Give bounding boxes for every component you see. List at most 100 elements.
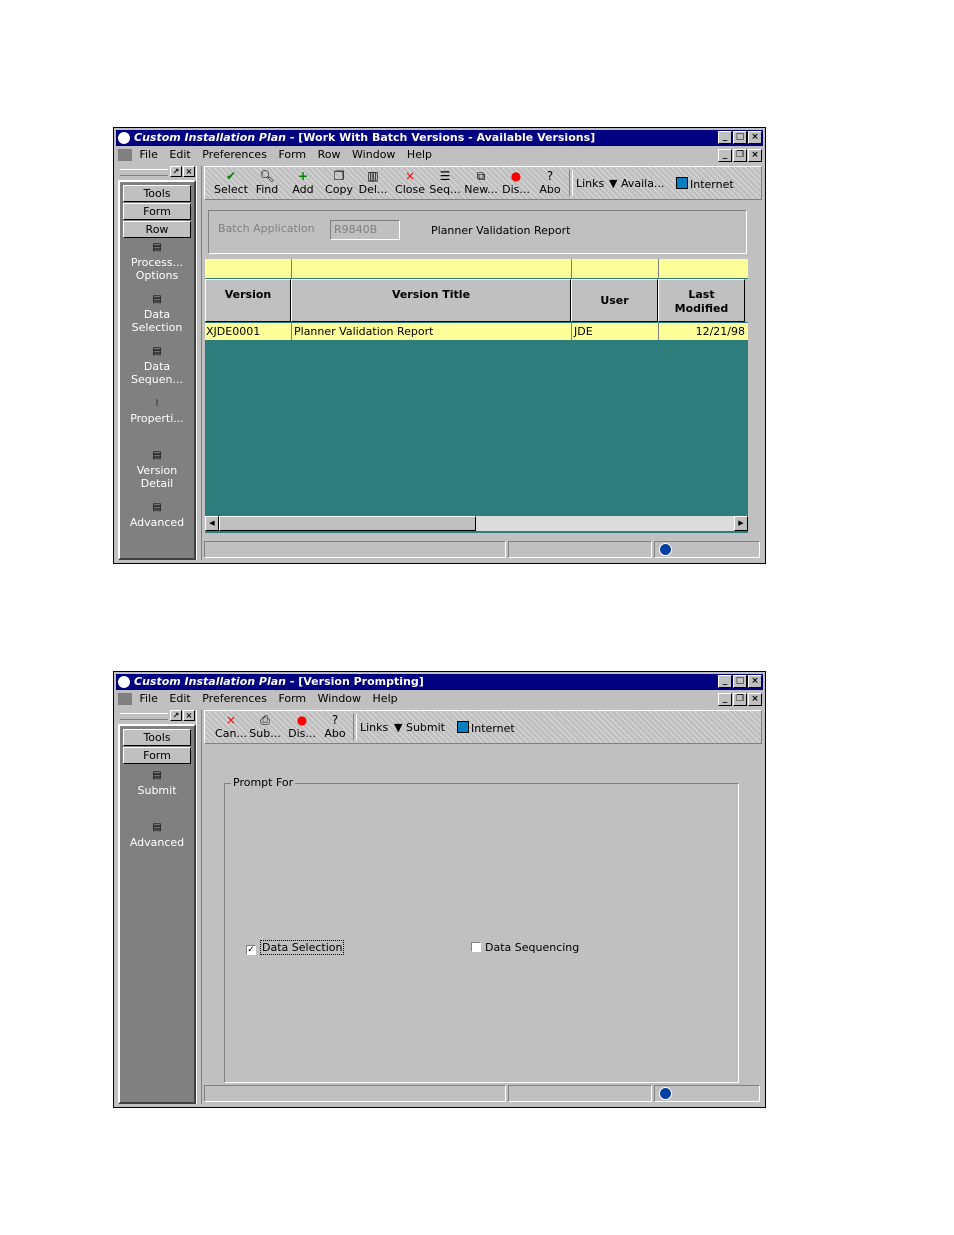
minimize-icon[interactable]: _ (718, 131, 732, 144)
data-selection-label: Data Selection (260, 940, 345, 955)
close-x-icon: × (225, 713, 237, 727)
tools-button[interactable]: Tools (123, 185, 191, 202)
form-button[interactable]: Form (123, 747, 191, 764)
form-button[interactable]: Form (123, 203, 191, 220)
find-button[interactable]: 🔍︎ Find (250, 169, 284, 196)
sequencing-button[interactable]: ☰ Seq... (428, 169, 462, 196)
menu-file[interactable]: File (140, 692, 158, 705)
delete-button[interactable]: ▥ Del... (356, 169, 390, 196)
data-sequencing-label: Data Sequencing (485, 941, 580, 954)
data-sequencing-checkbox[interactable]: Data Sequencing (471, 941, 579, 954)
exit-icon: ▤ (152, 450, 162, 461)
display-button[interactable]: ● Dis... (285, 713, 319, 740)
menu-form[interactable]: Form (278, 692, 306, 705)
exit-advanced[interactable]: ▤ Advanced (120, 822, 194, 849)
copy-icon: ❐ (333, 169, 345, 183)
column-header-last-modified[interactable]: Last Modified (658, 279, 745, 322)
horizontal-scrollbar[interactable]: ◀ ▶ (205, 516, 748, 531)
submit-button[interactable]: ⎙ Sub... (248, 713, 282, 740)
child-minimize-icon[interactable]: _ (718, 149, 732, 162)
menu-form[interactable]: Form (278, 148, 306, 161)
menu-edit[interactable]: Edit (169, 692, 190, 705)
copy-button[interactable]: ❐ Copy (322, 169, 356, 196)
grip-handle[interactable] (120, 713, 168, 720)
menu-preferences[interactable]: Preferences (202, 692, 267, 705)
menu-preferences[interactable]: Preferences (202, 148, 267, 161)
minimize-icon[interactable]: _ (718, 675, 732, 688)
child-restore-icon[interactable]: ❐ (733, 693, 747, 706)
menu-window[interactable]: Window (318, 692, 361, 705)
child-minimize-icon[interactable]: _ (718, 693, 732, 706)
new-icon: ⧉ (476, 169, 486, 183)
data-selection-box[interactable]: ✓ (246, 945, 256, 955)
table-row[interactable]: XJDE0001 Planner Validation Report JDE 1… (205, 323, 748, 340)
title-bar[interactable]: Custom Installation Plan - [Version Prom… (116, 674, 763, 690)
internet-link[interactable]: Internet (457, 721, 515, 735)
plus-icon: + (297, 169, 309, 183)
exit-properties[interactable]: ⁝ Properti... (120, 398, 194, 425)
row-button[interactable]: Row (123, 221, 191, 238)
exit-data-sequencing[interactable]: ▤ Data Sequen... (120, 346, 194, 386)
close-button[interactable]: × Close (393, 169, 427, 196)
column-header-version-title[interactable]: Version Title (291, 279, 571, 322)
column-header-version[interactable]: Version (205, 279, 291, 322)
exit-icon: ▤ (152, 294, 162, 305)
exit-bar-close-icon[interactable]: × (183, 710, 195, 721)
exit-process-options[interactable]: ▤ Process... Options (120, 242, 194, 282)
display-icon: ● (296, 713, 308, 727)
add-button[interactable]: + Add (286, 169, 320, 196)
cancel-button[interactable]: × Can... (214, 713, 248, 740)
exit-advanced[interactable]: ▤ Advanced (120, 502, 194, 529)
splitter[interactable] (196, 710, 202, 1104)
exit-data-selection[interactable]: ▤ Data Selection (120, 294, 194, 334)
menu-help[interactable]: Help (407, 148, 432, 161)
internet-link[interactable]: Internet (676, 177, 734, 191)
menu-row[interactable]: Row (318, 148, 341, 161)
links-label[interactable]: Links (576, 177, 604, 190)
float-icon[interactable]: ↗ (170, 166, 182, 177)
status-pane-main (204, 1085, 506, 1102)
cell-user: JDE (574, 325, 593, 338)
new-button[interactable]: ⧉ New... (464, 169, 498, 196)
menu-edit[interactable]: Edit (169, 148, 190, 161)
float-icon[interactable]: ↗ (170, 710, 182, 721)
menu-window[interactable]: Window (352, 148, 395, 161)
submit-link[interactable]: ▼ Submit (394, 721, 445, 734)
work-with-batch-versions-window: Custom Installation Plan - [Work With Ba… (113, 127, 766, 564)
status-bar (204, 1085, 762, 1103)
links-label[interactable]: Links (360, 721, 388, 734)
grip-handle[interactable] (120, 169, 168, 176)
scroll-thumb[interactable] (219, 516, 476, 531)
tools-button[interactable]: Tools (123, 729, 191, 746)
exit-submit[interactable]: ▤ Submit (120, 770, 194, 797)
scroll-right-icon[interactable]: ▶ (734, 516, 748, 531)
exit-version-detail[interactable]: ▤ Version Detail (120, 450, 194, 490)
close-icon[interactable]: × (748, 131, 762, 144)
column-header-user[interactable]: User (571, 279, 658, 322)
available-versions-link[interactable]: ▼ Availa... (609, 177, 664, 190)
splitter[interactable] (196, 166, 202, 560)
maximize-icon[interactable]: □ (733, 131, 747, 144)
data-selection-checkbox[interactable]: ✓ Data Selection (246, 940, 345, 955)
query-by-example-row[interactable] (205, 259, 748, 278)
title-bar[interactable]: Custom Installation Plan - [Work With Ba… (116, 130, 763, 146)
maximize-icon[interactable]: □ (733, 675, 747, 688)
about-button[interactable]: ? Abo (318, 713, 352, 740)
data-sequencing-box[interactable] (471, 942, 481, 952)
globe-icon (659, 543, 672, 556)
exit-bar-close-icon[interactable]: × (183, 166, 195, 177)
child-close-icon[interactable]: × (748, 693, 762, 706)
toolbar: × Can... ⎙ Sub... ● Dis... ? Abo Links ▼ Sub… (204, 710, 762, 744)
about-icon: ? (546, 169, 554, 183)
close-x-icon: × (404, 169, 416, 183)
sequence-icon: ☰ (439, 169, 451, 183)
child-restore-icon[interactable]: ❐ (733, 149, 747, 162)
display-button[interactable]: ● Dis... (499, 169, 533, 196)
menu-help[interactable]: Help (373, 692, 398, 705)
child-close-icon[interactable]: × (748, 149, 762, 162)
menu-file[interactable]: File (140, 148, 158, 161)
about-button[interactable]: ? Abo (533, 169, 567, 196)
select-button[interactable]: ✔ Select (214, 169, 248, 196)
scroll-left-icon[interactable]: ◀ (205, 516, 219, 531)
close-icon[interactable]: × (748, 675, 762, 688)
